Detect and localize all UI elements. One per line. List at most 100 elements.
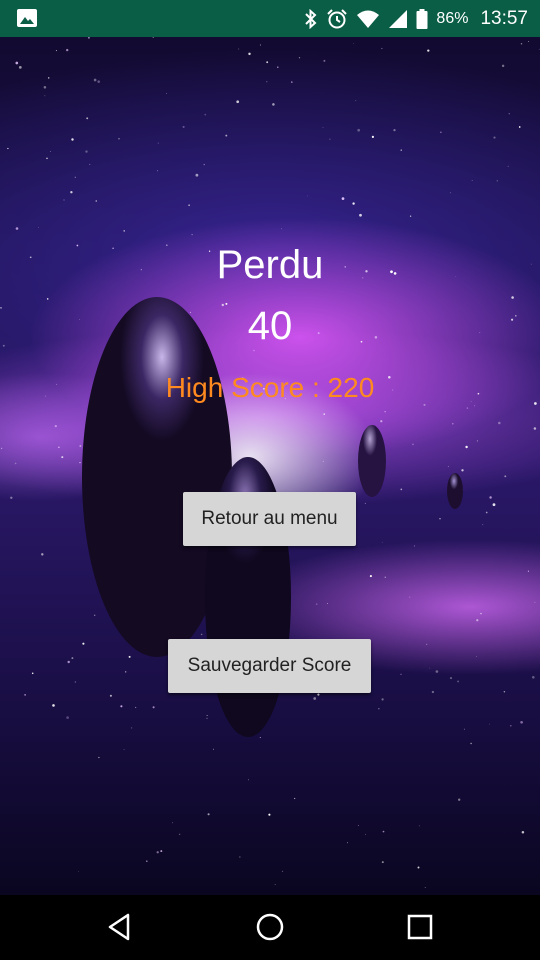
star — [66, 48, 69, 52]
star — [248, 779, 250, 781]
star — [31, 672, 34, 675]
star — [66, 716, 69, 719]
star — [357, 128, 361, 132]
star — [93, 78, 97, 82]
star — [435, 670, 439, 673]
star — [493, 136, 496, 139]
star — [489, 496, 492, 499]
star — [323, 59, 326, 62]
final-score: 40 — [247, 304, 293, 348]
star — [463, 728, 465, 730]
star — [15, 227, 19, 230]
star — [413, 545, 415, 547]
star — [409, 215, 412, 217]
star — [323, 413, 325, 415]
save-score-button[interactable]: Sauvegarder Score — [168, 639, 371, 693]
star — [485, 511, 488, 514]
star — [14, 462, 17, 465]
star — [259, 736, 261, 739]
star — [294, 797, 296, 800]
star — [471, 180, 473, 181]
star — [266, 61, 269, 64]
star — [533, 427, 537, 430]
star — [225, 134, 228, 137]
star — [118, 138, 120, 140]
star — [79, 462, 81, 464]
star — [239, 856, 241, 858]
star — [400, 488, 403, 491]
star — [371, 135, 375, 139]
star — [520, 42, 523, 45]
star — [172, 822, 174, 824]
star — [109, 694, 112, 697]
home-icon[interactable] — [254, 911, 286, 943]
star — [447, 466, 449, 467]
star — [58, 446, 60, 448]
star — [452, 422, 454, 425]
star — [427, 49, 430, 52]
star — [474, 405, 475, 407]
star — [238, 48, 240, 50]
star — [457, 680, 460, 683]
star — [518, 126, 521, 128]
star — [156, 851, 159, 854]
star — [449, 192, 451, 194]
star — [412, 443, 414, 446]
star — [511, 296, 514, 299]
star — [24, 694, 26, 696]
star — [70, 191, 73, 194]
star — [306, 195, 308, 197]
star — [253, 349, 255, 352]
star — [381, 698, 384, 701]
star — [46, 157, 48, 160]
star-field — [0, 37, 540, 888]
star — [85, 150, 88, 153]
star — [74, 681, 77, 683]
star — [476, 655, 477, 657]
star — [418, 825, 420, 827]
star — [355, 100, 357, 102]
star — [63, 199, 65, 201]
high-score: High Score : 220 — [165, 372, 375, 403]
star — [507, 165, 509, 168]
star — [277, 66, 279, 68]
star — [46, 298, 49, 300]
star — [480, 612, 482, 615]
star — [152, 37, 155, 38]
star — [146, 860, 148, 862]
star — [466, 407, 469, 409]
star — [248, 52, 251, 56]
star — [152, 706, 155, 709]
star — [274, 884, 276, 886]
star — [353, 43, 354, 44]
star — [326, 603, 328, 604]
star — [79, 444, 82, 448]
star — [262, 430, 264, 431]
star — [281, 228, 283, 230]
star — [206, 715, 208, 716]
star — [429, 667, 431, 669]
star — [44, 95, 46, 97]
star — [123, 230, 125, 232]
star — [400, 149, 402, 151]
star — [461, 469, 464, 472]
star — [86, 117, 89, 120]
star — [74, 176, 76, 178]
star — [352, 202, 355, 205]
star — [128, 655, 131, 658]
star — [195, 173, 199, 177]
star — [71, 657, 74, 660]
star — [95, 200, 97, 202]
back-to-menu-button[interactable]: Retour au menu — [183, 492, 356, 546]
star — [384, 411, 386, 413]
recents-icon[interactable] — [404, 911, 436, 943]
star — [381, 861, 384, 864]
star — [358, 825, 360, 826]
star — [268, 813, 271, 816]
star — [50, 151, 52, 153]
star — [538, 48, 540, 50]
star — [236, 100, 240, 104]
star — [496, 180, 498, 182]
star — [54, 424, 57, 428]
back-icon[interactable] — [104, 911, 136, 943]
